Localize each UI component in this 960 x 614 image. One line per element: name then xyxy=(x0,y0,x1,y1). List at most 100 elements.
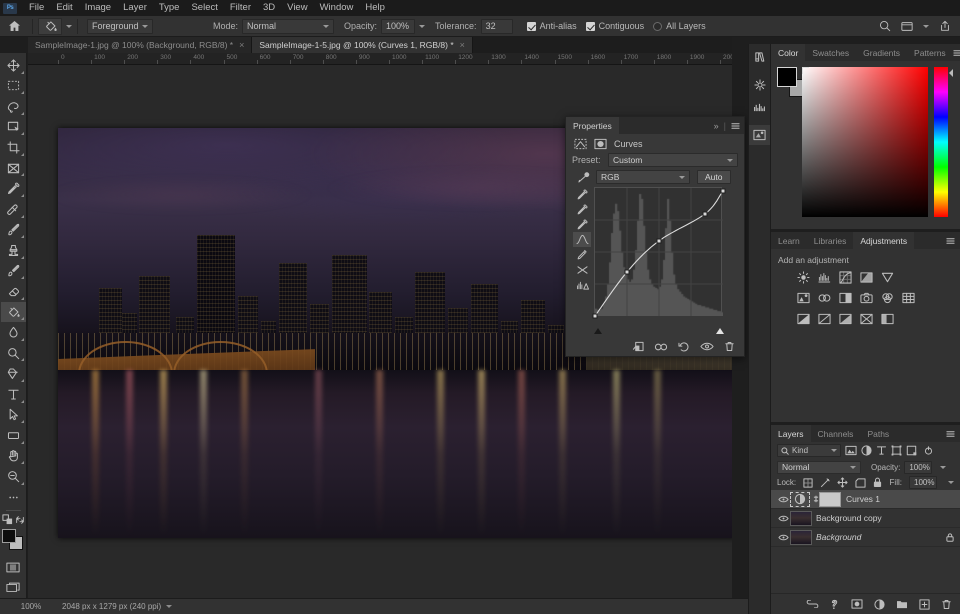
curve-control-point[interactable] xyxy=(720,188,726,193)
white-point-eyedropper-icon[interactable] xyxy=(573,217,591,232)
crop-tool[interactable] xyxy=(1,137,26,158)
all-layers-checkbox[interactable]: All Layers xyxy=(653,21,706,31)
add-mask-icon[interactable] xyxy=(851,599,863,609)
blend-mode-select[interactable]: Normal xyxy=(242,18,335,34)
contiguous-checkbox[interactable]: Contiguous xyxy=(585,21,644,31)
filter-power-icon[interactable] xyxy=(924,446,933,455)
menu-item-view[interactable]: View xyxy=(281,0,313,16)
tab-swatches[interactable]: Swatches xyxy=(805,44,856,61)
layer-thumbnail[interactable] xyxy=(790,510,812,526)
opacity-chevron-down-icon[interactable] xyxy=(940,465,947,469)
tab-layers[interactable]: Layers xyxy=(771,425,811,442)
layer-mask-thumbnail[interactable] xyxy=(819,491,841,507)
path-selection-tool[interactable] xyxy=(1,405,26,426)
mask-link-icon[interactable] xyxy=(812,495,819,503)
curve-editor[interactable] xyxy=(572,187,738,319)
menu-item-filter[interactable]: Filter xyxy=(224,0,257,16)
curve-control-point[interactable] xyxy=(624,269,630,275)
document-tab[interactable]: SampleImage-1-5.jpg @ 100% (Curves 1, RG… xyxy=(252,37,473,53)
layer-style-icon[interactable] xyxy=(830,599,840,610)
properties-panel[interactable]: Properties » | Curves Preset: Custom RGB… xyxy=(565,116,745,357)
new-group-icon[interactable] xyxy=(896,599,908,609)
menu-item-3d[interactable]: 3D xyxy=(257,0,281,16)
search-icon[interactable] xyxy=(879,20,891,32)
white-point-slider[interactable] xyxy=(716,328,724,334)
layer-visibility-icon[interactable] xyxy=(776,515,790,522)
layer-thumbnail[interactable] xyxy=(790,529,812,545)
fill-source-select[interactable]: Foreground xyxy=(87,18,153,34)
tone-sliders[interactable] xyxy=(594,327,724,334)
levels-icon[interactable] xyxy=(817,270,832,284)
eraser-tool[interactable] xyxy=(1,281,26,302)
histogram-icon[interactable] xyxy=(749,97,770,117)
zoom-level[interactable]: 100% xyxy=(0,602,62,611)
black-point-eyedropper-icon[interactable] xyxy=(573,187,591,202)
tab-adjustments[interactable]: Adjustments xyxy=(853,232,915,249)
posterize-icon[interactable] xyxy=(817,312,832,326)
shape-filter-icon[interactable] xyxy=(891,445,902,456)
vibrance-icon[interactable] xyxy=(880,270,895,284)
menu-item-edit[interactable]: Edit xyxy=(50,0,78,16)
layer-row[interactable]: Curves 1 xyxy=(771,490,960,509)
edit-points-curve-icon[interactable] xyxy=(573,232,591,247)
foreground-background-color-swatch[interactable] xyxy=(1,527,25,552)
rectangular-marquee-tool[interactable] xyxy=(1,76,26,97)
menu-item-help[interactable]: Help xyxy=(359,0,391,16)
color-picker-body[interactable] xyxy=(771,61,960,229)
delete-icon[interactable] xyxy=(724,341,735,352)
spot-healing-brush-tool[interactable] xyxy=(1,199,26,220)
link-layers-icon[interactable] xyxy=(806,600,819,608)
curve-control-point[interactable] xyxy=(656,238,662,244)
menu-item-window[interactable]: Window xyxy=(314,0,360,16)
fill-chevron-down-icon[interactable] xyxy=(948,481,954,484)
adjustment-filter-icon[interactable] xyxy=(861,445,872,456)
hue-saturation-icon[interactable] xyxy=(796,291,811,305)
brush-tool[interactable] xyxy=(1,220,26,241)
layer-filter-kind-select[interactable]: Kind xyxy=(777,444,841,457)
layer-row[interactable]: Background copy xyxy=(771,509,960,528)
tab-gradients[interactable]: Gradients xyxy=(856,44,907,61)
lock-all-icon[interactable] xyxy=(873,477,882,488)
tab-color[interactable]: Color xyxy=(771,44,806,61)
horizontal-type-tool[interactable] xyxy=(1,384,26,405)
brightness-contrast-icon[interactable] xyxy=(796,270,811,284)
draw-curve-pencil-icon[interactable] xyxy=(573,247,591,262)
lock-artboard-icon[interactable] xyxy=(855,477,866,488)
active-tool-paint-bucket-icon[interactable] xyxy=(38,17,62,35)
tool-preset-chevron-down-icon[interactable] xyxy=(66,24,72,28)
edit-toolbar-button[interactable] xyxy=(1,487,26,508)
menu-item-type[interactable]: Type xyxy=(153,0,186,16)
tab-paths[interactable]: Paths xyxy=(860,425,896,442)
on-image-adjust-icon[interactable] xyxy=(572,171,596,183)
auto-button[interactable]: Auto xyxy=(697,170,731,184)
channel-select[interactable]: RGB xyxy=(596,170,690,184)
hue-marker[interactable] xyxy=(949,69,953,77)
smart-object-filter-icon[interactable] xyxy=(906,445,917,456)
layer-blend-mode-select[interactable]: Normal xyxy=(777,460,861,474)
curves-icon[interactable] xyxy=(838,270,853,284)
lock-position-icon[interactable] xyxy=(837,477,848,488)
gradient-map-icon[interactable] xyxy=(859,312,874,326)
panel-menu-icon[interactable] xyxy=(953,49,960,57)
workspace-icon[interactable] xyxy=(901,21,913,32)
foreground-color-swatch[interactable] xyxy=(777,67,797,87)
toggle-previous-state-icon[interactable] xyxy=(654,342,668,352)
zoom-tool[interactable] xyxy=(1,466,26,487)
share-icon[interactable] xyxy=(939,20,951,32)
tab-libraries[interactable]: Libraries xyxy=(807,232,854,249)
layer-opacity-input[interactable]: 100% xyxy=(904,460,933,474)
blur-tool[interactable] xyxy=(1,322,26,343)
layer-row[interactable]: Background xyxy=(771,528,960,547)
close-icon[interactable]: × xyxy=(460,40,465,50)
tab-learn[interactable]: Learn xyxy=(771,232,807,249)
hue-strip[interactable] xyxy=(934,67,948,217)
gray-point-eyedropper-icon[interactable] xyxy=(573,202,591,217)
menu-item-file[interactable]: File xyxy=(23,0,50,16)
visibility-icon[interactable] xyxy=(700,342,714,351)
reset-icon[interactable] xyxy=(678,341,690,352)
delete-layer-icon[interactable] xyxy=(941,599,952,610)
layer-visibility-icon[interactable] xyxy=(776,496,790,503)
move-tool[interactable] xyxy=(1,55,26,76)
document-tab[interactable]: SampleImage-1.jpg @ 100% (Background, RG… xyxy=(28,37,253,53)
tab-channels[interactable]: Channels xyxy=(811,425,861,442)
